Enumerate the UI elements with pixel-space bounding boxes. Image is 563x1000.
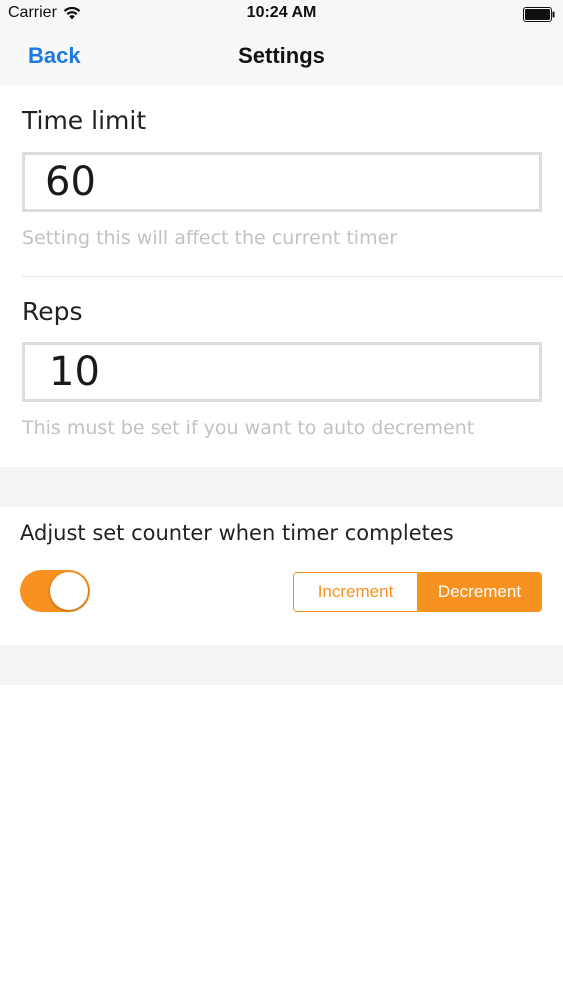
time-limit-hint: Setting this will affect the current tim… [22,227,398,249]
reps-input[interactable]: 10 [22,342,542,402]
status-time: 10:24 AM [246,4,317,21]
decrement-segment[interactable]: Decrement [418,573,541,611]
page-title: Settings [238,43,325,68]
time-limit-input[interactable]: 60 [22,152,542,212]
navigation-bar: Back Settings [0,30,563,86]
increment-decrement-control: Increment Decrement [293,572,542,612]
section-divider [22,276,563,277]
increment-segment[interactable]: Increment [294,573,418,611]
top-bar: Carrier 10:24 AM Back Settings [0,0,563,86]
reps-label: Reps [22,297,83,326]
reps-hint: This must be set if you want to auto dec… [22,417,475,439]
battery-icon [523,7,555,22]
adjust-counter-toggle[interactable] [20,570,90,612]
time-limit-label: Time limit [22,106,147,135]
section-separator [0,467,563,507]
adjust-counter-label: Adjust set counter when timer completes [20,521,454,545]
section-footer [0,645,563,685]
status-bar: Carrier 10:24 AM [0,0,563,30]
toggle-knob [50,572,88,610]
